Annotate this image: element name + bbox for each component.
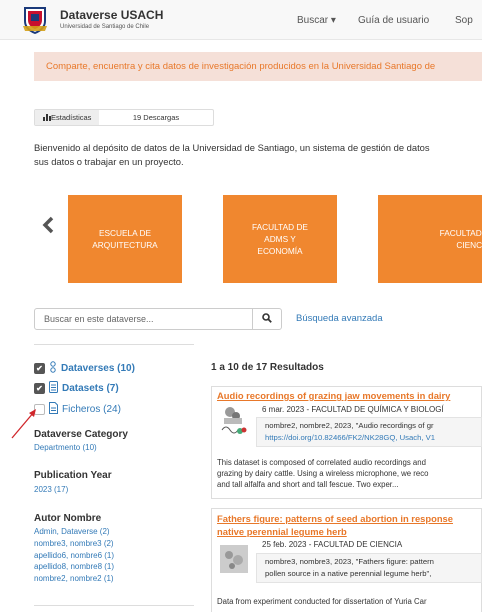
dataset-icon [49,381,58,396]
tile-escuela-arquitectura[interactable]: ESCUELA DE ARQUITECTURA [68,195,182,283]
banner-text: Comparte, encuentra y cita datos de inve… [46,61,436,72]
facet-datasets[interactable]: ✔ Datasets (7) [34,381,119,396]
result-title[interactable]: Audio recordings of grazing jaw movement… [217,390,450,402]
facet-year-item[interactable]: 2023 (17) [34,484,68,496]
nav-buscar-dropdown[interactable]: Buscar ▾ [297,15,336,26]
facet-ficheros[interactable]: Ficheros (24) [34,402,121,417]
dataverse-icon [49,361,57,376]
advanced-search-link[interactable]: Búsqueda avanzada [296,313,383,324]
facet-label: Ficheros (24) [62,404,121,415]
file-icon [49,402,58,417]
welcome-text: Bienvenido al depósito de datos de la Un… [34,141,482,169]
brand-title[interactable]: Dataverse USACH [60,8,163,22]
facet-category-title: Dataverse Category [34,429,128,440]
citation-line-2: pollen source in a native perennial legu… [265,568,432,578]
brand-subtitle: Universidad de Santiago de Chile [60,24,150,30]
tile-facultad-ciencia[interactable]: FACULTAD D CIENCIA [378,195,482,283]
desc-line: Data from experiment conducted for disse… [217,597,427,606]
tile-label: ESCUELA DE ARQUITECTURA [92,228,158,250]
facet-author-item[interactable]: Admin, Dataverse (2) [34,526,114,538]
stats-label: Estadísticas [51,113,92,122]
checkbox-dataverses[interactable]: ✔ [34,363,45,374]
welcome-line-2: sus datos o trabajar en un proyecto. [34,156,184,167]
result-title[interactable]: Fathers figure: patterns of seed abortio… [217,513,453,525]
checkbox-datasets[interactable]: ✔ [34,383,45,394]
result-meta: 25 feb. 2023 - FACULTAD DE CIENCIA [262,540,403,549]
facet-label: Dataverses (10) [61,363,135,374]
result-title-line-2[interactable]: native perennial legume herb [217,526,347,538]
citation-doi-link[interactable]: https://doi.org/10.82466/FK2/NK28GQ, Usa… [265,433,435,442]
tile-label: FACULTAD DE ADMS Y ECONOMÍA [252,222,308,256]
stats-downloads: 19 Descargas [132,113,180,122]
tile-label: FACULTAD D CIENCIA [439,228,482,250]
facet-author-list: Admin, Dataverse (2) nombre3, nombre3 (2… [34,526,114,585]
carousel-prev-icon[interactable] [42,213,54,241]
dataset-thumbnail-icon [220,545,248,575]
bar-chart-icon [43,111,51,126]
facet-year-title: Publication Year [34,470,112,481]
search-input[interactable] [34,308,253,330]
sidebar-divider-bottom [34,605,194,606]
stats-label-cell: Estadísticas [35,110,99,125]
result-meta: 6 mar. 2023 - FACULTAD DE QUÍMICA Y BIOL… [262,405,444,414]
facet-dataverses[interactable]: ✔ Dataverses (10) [34,361,135,376]
result-citation: nombre2, nombre2, 2023, "Audio recording… [256,417,482,447]
nav-guia-usuario[interactable]: Guía de usuario [358,15,429,26]
facet-author-title: Autor Nombre [34,513,102,524]
search-button[interactable] [252,308,282,330]
facet-author-item[interactable]: nombre2, nombre2 (1) [34,573,114,585]
facet-label: Datasets (7) [62,383,119,394]
facet-category-item[interactable]: Departmento (10) [34,442,97,454]
nav-soporte[interactable]: Sop [455,15,473,26]
citation-line-1: nombre2, nombre2, 2023, "Audio recording… [265,421,434,430]
facet-author-item[interactable]: apellido6, nombre6 (1) [34,550,114,562]
usach-logo[interactable] [20,6,50,35]
sidebar-divider [34,344,194,345]
result-description: Data from experiment conducted for disse… [217,596,427,607]
facet-author-item[interactable]: apellido8, nombre8 (1) [34,561,114,573]
dataset-thumbnail-icon [220,404,248,438]
welcome-line-1: Bienvenido al depósito de datos de la Un… [34,142,430,153]
citation-line-1: nombre3, nombre3, 2023, "Fathers figure:… [265,557,434,566]
search-icon [262,313,272,325]
facet-author-item[interactable]: nombre3, nombre3 (2) [34,538,114,550]
desc-line: grazing by dairy cattle. Using a wireles… [217,469,429,479]
desc-line: and tall alfalfa and short and tall fesc… [217,480,399,490]
tile-facultad-adms-economia[interactable]: FACULTAD DE ADMS Y ECONOMÍA [223,195,337,283]
desc-line: This dataset is composed of correlated a… [217,458,426,467]
results-count: 1 a 10 de 17 Resultados [211,362,324,373]
result-citation: nombre3, nombre3, 2023, "Fathers figure:… [256,553,482,583]
result-description: This dataset is composed of correlated a… [217,457,428,491]
